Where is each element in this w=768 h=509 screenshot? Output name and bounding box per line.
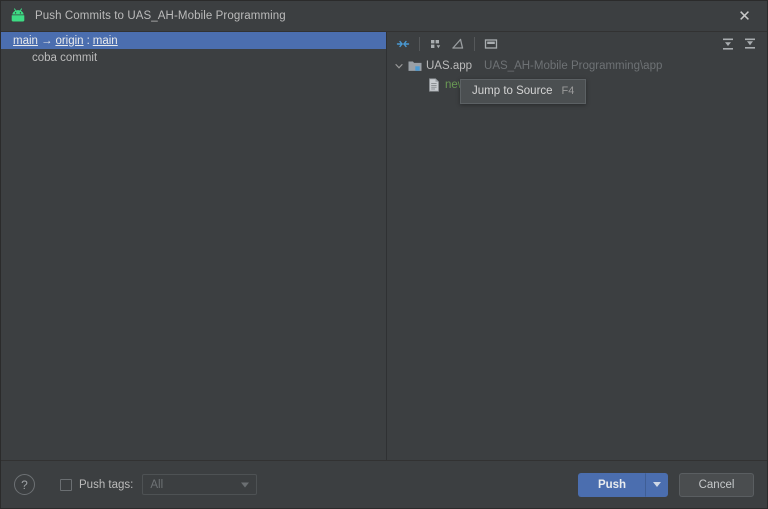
module-path-label: UAS_AH-Mobile Programming\app	[484, 59, 663, 72]
push-split-button[interactable]: Push	[578, 472, 668, 497]
arrow-icon: →	[40, 34, 53, 47]
show-diff-icon[interactable]	[392, 33, 414, 55]
chevron-down-icon[interactable]	[241, 482, 250, 487]
dialog-body: main → origin : main coba commit UAS.app…	[1, 32, 767, 460]
push-tags-checkbox[interactable]	[60, 478, 72, 491]
toolbar-separator-1	[419, 37, 420, 51]
tree-node-module[interactable]: UAS.app UAS_AH-Mobile Programming\app	[387, 56, 767, 75]
push-commits-dialog: Push Commits to UAS_AH-Mobile Programmin…	[0, 0, 768, 509]
file-icon	[429, 77, 439, 92]
changed-files-tree[interactable]: UAS.app UAS_AH-Mobile Programming\app Ju…	[387, 56, 767, 460]
push-options-dropdown[interactable]	[646, 472, 668, 497]
push-button[interactable]: Push	[578, 472, 646, 497]
separator-label: :	[86, 34, 90, 47]
close-icon[interactable]: ✕	[722, 1, 767, 32]
dialog-footer: ? Push tags: All Push Cancel	[1, 460, 767, 508]
push-tags-label: Push tags:	[79, 478, 134, 491]
branch-push-spec-row[interactable]: main → origin : main	[1, 32, 386, 49]
files-toolbar	[387, 32, 767, 56]
tooltip-shortcut: F4	[561, 85, 575, 97]
remote-name-label[interactable]: origin	[55, 35, 83, 47]
jump-to-source-tooltip: Jump to Source F4	[460, 79, 587, 104]
changed-files-panel: UAS.app UAS_AH-Mobile Programming\app Ju…	[387, 32, 767, 460]
module-name-label: UAS.app	[426, 59, 473, 72]
edit-source-icon[interactable]	[447, 33, 469, 55]
tooltip-label: Jump to Source	[472, 85, 553, 97]
group-by-icon[interactable]	[425, 33, 447, 55]
commit-list-panel[interactable]: main → origin : main coba commit	[1, 32, 387, 460]
push-tags-control[interactable]: Push tags:	[60, 478, 142, 491]
source-branch-label: main	[13, 34, 38, 47]
preview-diff-icon[interactable]	[480, 33, 502, 55]
module-folder-icon	[408, 61, 422, 71]
commit-list-item[interactable]: coba commit	[1, 49, 386, 66]
chevron-down-icon[interactable]	[392, 59, 406, 73]
toolbar-separator-2	[474, 37, 475, 51]
target-branch-label[interactable]: main	[93, 35, 118, 47]
help-button[interactable]: ?	[14, 474, 35, 495]
collapse-all-icon[interactable]	[739, 33, 761, 55]
push-tags-value: All	[150, 478, 164, 491]
android-robot-icon	[11, 8, 25, 22]
cancel-button[interactable]: Cancel	[679, 472, 754, 497]
chevron-down-icon	[653, 482, 661, 487]
window-title: Push Commits to UAS_AH-Mobile Programmin…	[35, 10, 286, 22]
expand-all-icon[interactable]	[717, 33, 739, 55]
push-tags-select[interactable]: All	[142, 474, 258, 495]
commit-message: coba commit	[32, 51, 98, 64]
title-bar: Push Commits to UAS_AH-Mobile Programmin…	[1, 1, 767, 32]
